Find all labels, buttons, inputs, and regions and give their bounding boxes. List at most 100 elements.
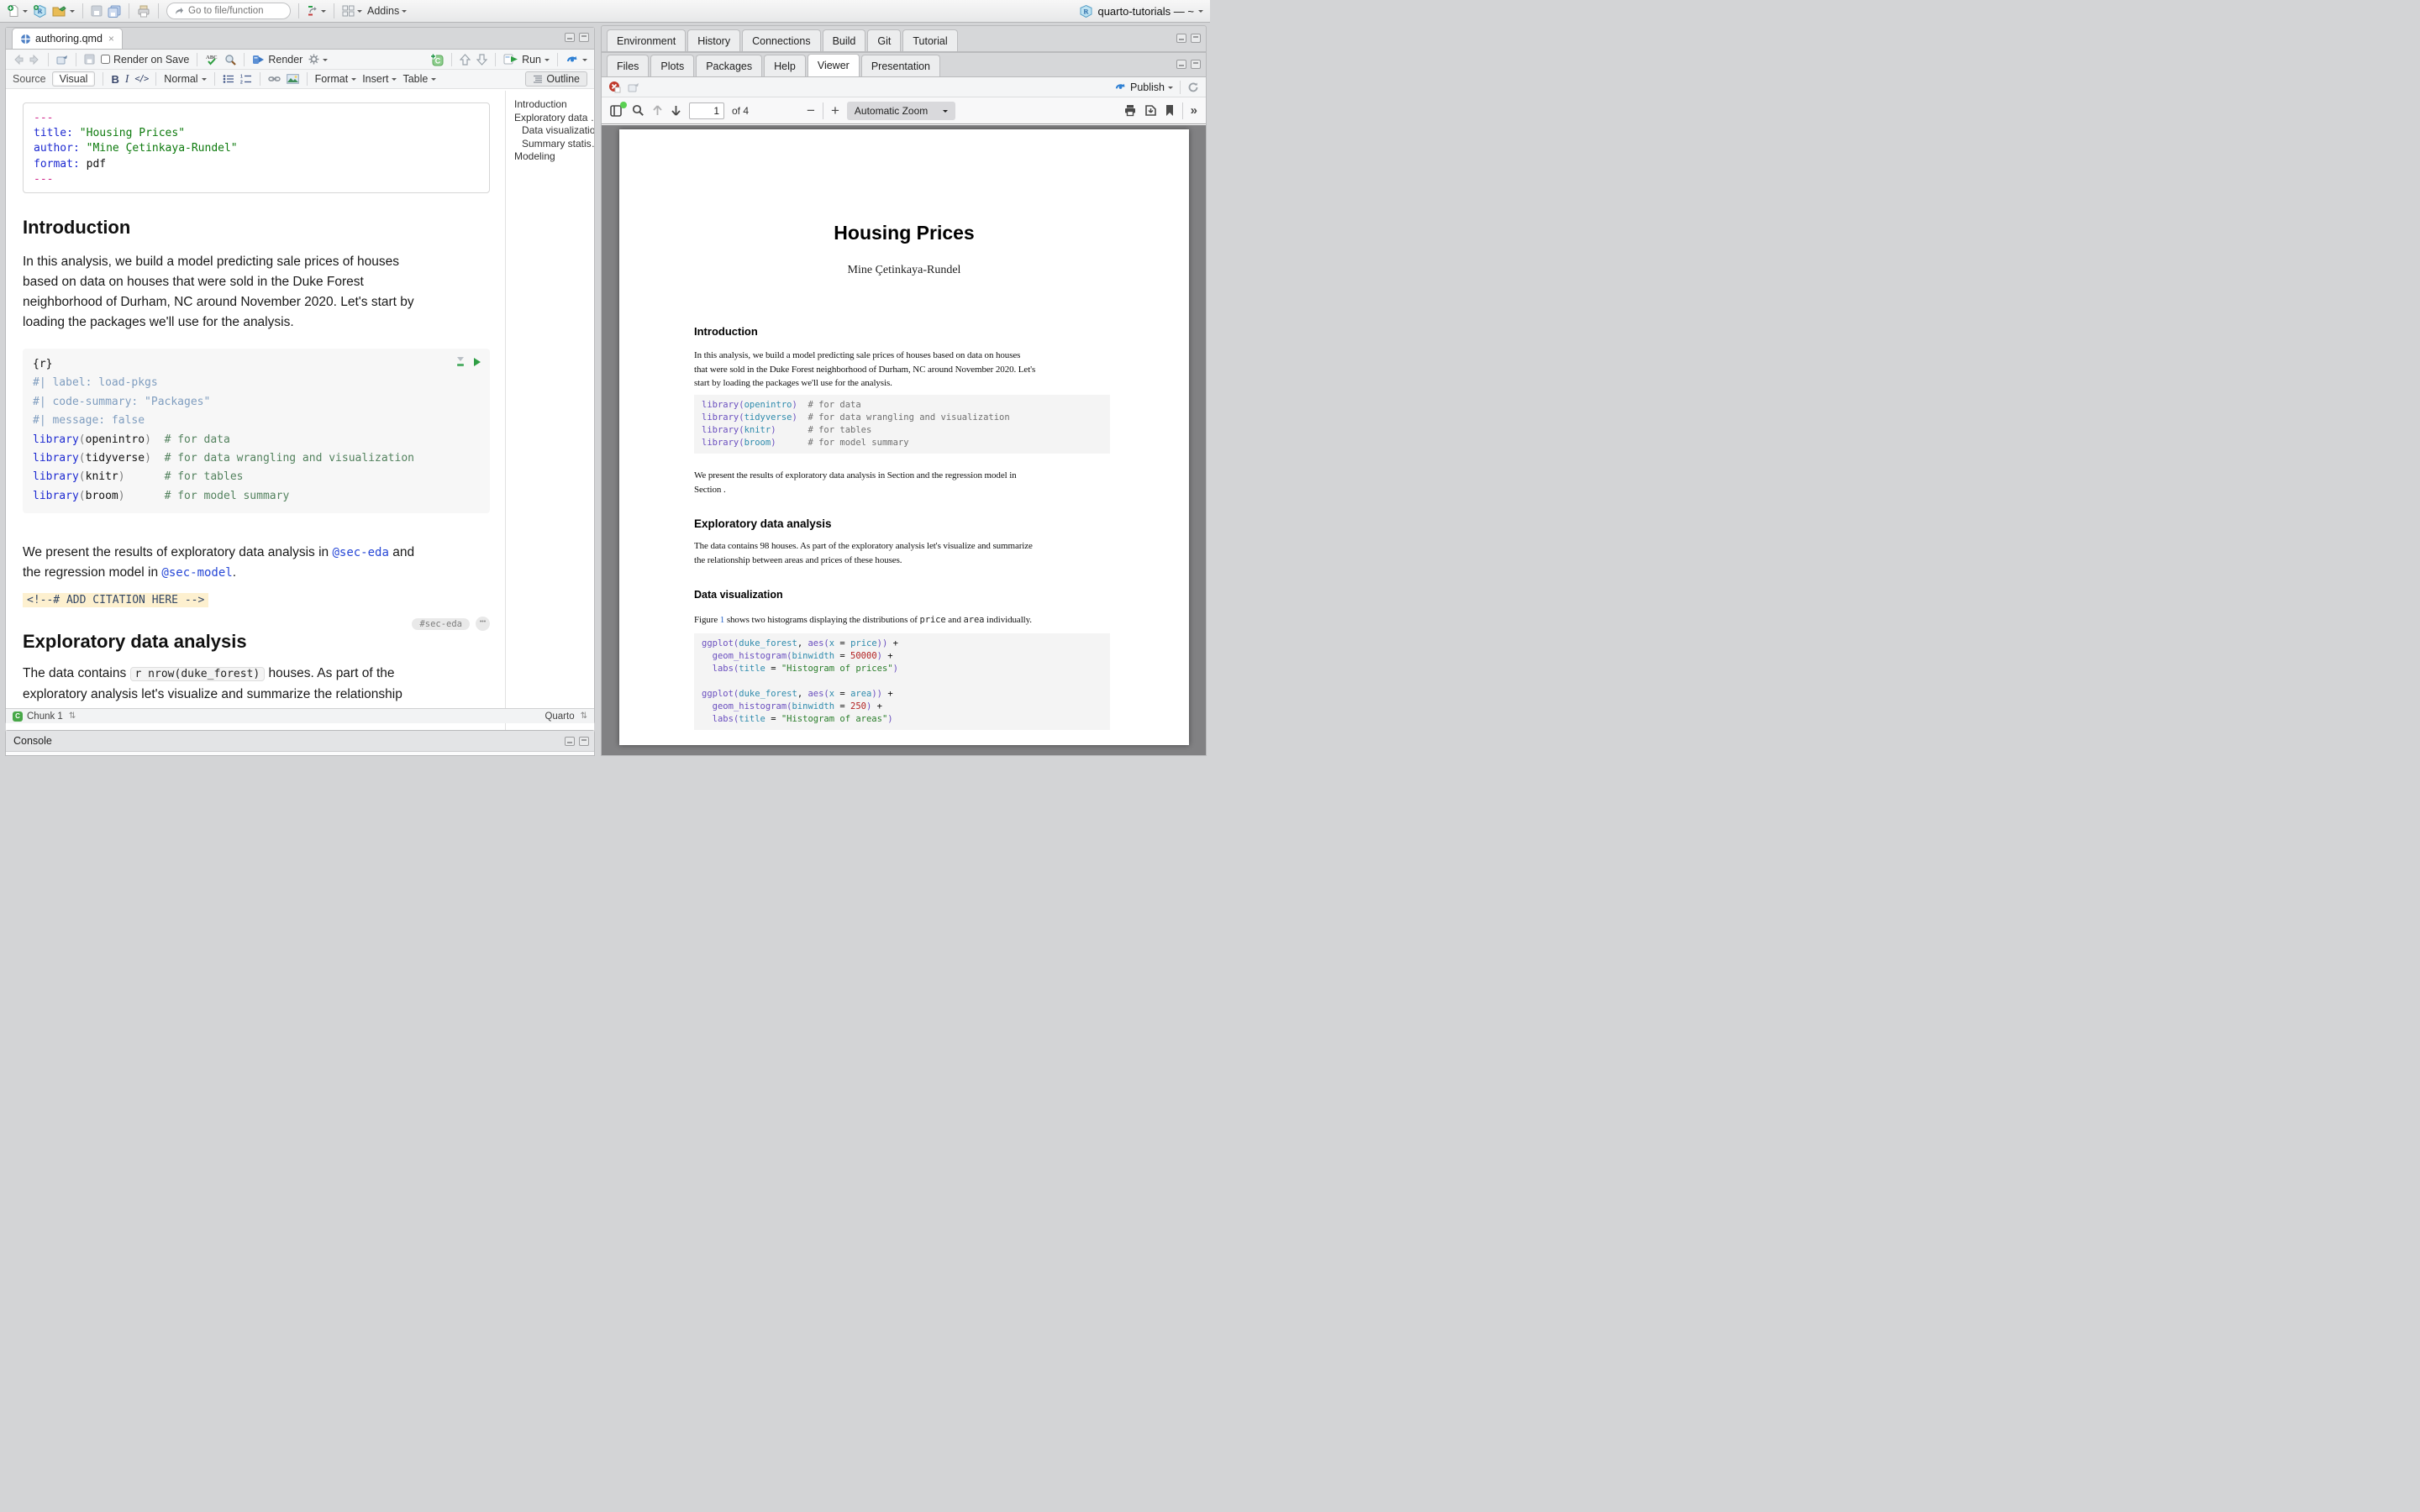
popout-icon[interactable] — [56, 55, 68, 65]
maximize-console-icon[interactable] — [579, 737, 589, 746]
tab-tutorial[interactable]: Tutorial — [902, 29, 957, 51]
numbered-list-icon[interactable]: 12 — [240, 74, 252, 84]
paragraph-style-select[interactable]: Normal — [164, 73, 206, 85]
outline-item-summary-statistics[interactable]: Summary statis… — [514, 138, 594, 151]
code-chunk-load-pkgs[interactable]: {r} #| label: load-pkgs #| code-summary:… — [23, 349, 490, 513]
console-header[interactable]: Console — [6, 731, 594, 752]
italic-button[interactable]: I — [125, 72, 129, 86]
new-project-button[interactable]: R — [33, 4, 47, 18]
pdf-search-icon[interactable] — [632, 104, 644, 117]
pane-layout-button[interactable] — [342, 5, 362, 17]
outline-item-introduction[interactable]: Introduction — [514, 98, 594, 112]
rerun-button[interactable] — [566, 54, 587, 66]
tab-connections[interactable]: Connections — [742, 29, 821, 51]
save-doc-icon[interactable] — [84, 54, 95, 65]
forward-icon[interactable] — [29, 55, 40, 65]
tab-help[interactable]: Help — [764, 55, 806, 76]
render-options-button[interactable] — [308, 54, 328, 65]
find-icon[interactable] — [224, 54, 236, 66]
pdf-download-icon[interactable] — [1144, 104, 1157, 117]
tab-files[interactable]: Files — [607, 55, 649, 76]
back-icon[interactable] — [13, 55, 24, 65]
citation-comment[interactable]: <!--# ADD CITATION HERE --> — [23, 593, 208, 607]
goto-file-input[interactable] — [188, 6, 282, 16]
open-file-button[interactable] — [52, 5, 75, 18]
pdf-bookmark-icon[interactable] — [1165, 104, 1175, 117]
bullet-list-icon[interactable] — [223, 74, 234, 84]
outline-toggle-button[interactable]: Outline — [525, 71, 587, 87]
pdf-page-input[interactable] — [689, 102, 724, 119]
run-chunk-icon[interactable] — [473, 357, 481, 367]
insert-chunk-button[interactable]: C — [429, 53, 444, 66]
tab-history[interactable]: History — [687, 29, 740, 51]
yaml-line: --- — [34, 111, 479, 126]
pdf-sidebar-toggle[interactable] — [610, 104, 624, 118]
minimize-pane-icon[interactable] — [1176, 60, 1186, 69]
tab-viewer[interactable]: Viewer — [808, 54, 860, 76]
pdf-next-page-icon[interactable] — [671, 104, 681, 117]
insert-menu[interactable]: Insert — [362, 73, 397, 85]
tab-presentation[interactable]: Presentation — [861, 55, 940, 76]
viewer-popout-icon[interactable] — [628, 82, 639, 92]
tab-environment[interactable]: Environment — [607, 29, 686, 51]
print-button[interactable] — [137, 5, 150, 18]
link-icon[interactable] — [268, 74, 281, 84]
addins-menu[interactable]: Addins — [367, 5, 407, 17]
image-icon[interactable] — [287, 74, 299, 84]
maximize-pane-icon[interactable] — [579, 33, 589, 42]
doc-mode-selector[interactable]: Quarto ⇅ — [544, 711, 587, 722]
section-options-button[interactable]: ••• — [476, 617, 490, 631]
outline-item-data-visualization[interactable]: Data visualization — [514, 124, 594, 138]
save-all-button[interactable] — [108, 5, 121, 18]
minimize-pane-icon[interactable] — [1176, 34, 1186, 43]
table-menu[interactable]: Table — [402, 73, 436, 85]
tab-plots[interactable]: Plots — [650, 55, 694, 76]
stop-viewer-icon[interactable] — [608, 81, 621, 93]
chunk-nav-selector[interactable]: Chunk 1 ⇅ — [27, 711, 76, 722]
visual-mode-button[interactable]: Visual — [52, 71, 96, 87]
new-file-button[interactable] — [7, 4, 28, 18]
outline-item-eda[interactable]: Exploratory data … — [514, 112, 594, 125]
pdf-prev-page-icon[interactable] — [652, 104, 663, 117]
zoom-in-button[interactable]: + — [831, 102, 839, 119]
zoom-level-value: Automatic Zoom — [855, 105, 928, 117]
maximize-pane-icon[interactable] — [1191, 60, 1201, 69]
render-button[interactable]: Render — [252, 54, 302, 66]
outline-item-modeling[interactable]: Modeling — [514, 150, 594, 164]
zoom-level-select[interactable]: Automatic Zoom — [847, 102, 955, 120]
render-on-save-toggle[interactable]: Render on Save — [101, 54, 189, 66]
run-next-icon[interactable] — [476, 54, 487, 66]
spellcheck-icon[interactable]: ABC — [205, 53, 218, 66]
editor-canvas[interactable]: --- title: "Housing Prices" author: "Min… — [6, 91, 594, 737]
render-on-save-checkbox[interactable] — [101, 55, 110, 64]
code-button[interactable]: </> — [134, 74, 148, 84]
quarto-file-icon — [20, 34, 31, 45]
minimize-console-icon[interactable] — [565, 737, 575, 746]
pdf-print-icon[interactable] — [1123, 104, 1137, 117]
publish-button[interactable]: Publish — [1114, 81, 1173, 93]
source-mode-button[interactable]: Source — [13, 73, 46, 85]
run-previous-icon[interactable] — [460, 54, 471, 66]
yaml-metadata-block[interactable]: --- title: "Housing Prices" author: "Min… — [23, 102, 490, 193]
run-chunks-above-icon[interactable] — [455, 356, 466, 367]
tab-build[interactable]: Build — [823, 29, 866, 51]
editor-tab-authoring[interactable]: authoring.qmd × — [12, 28, 123, 49]
run-button[interactable]: Run — [503, 54, 550, 66]
heading-introduction: Introduction — [23, 217, 130, 239]
minimize-pane-icon[interactable] — [565, 33, 575, 42]
tab-packages[interactable]: Packages — [696, 55, 762, 76]
format-menu[interactable]: Format — [315, 73, 357, 85]
new-project-icon: R — [33, 4, 47, 18]
version-control-button[interactable] — [307, 4, 326, 18]
save-button[interactable] — [91, 5, 103, 17]
goto-file-search[interactable] — [166, 3, 291, 19]
project-menu[interactable]: R quarto-tutorials — ~ — [1079, 4, 1203, 18]
pdf-scroll-area[interactable]: Housing Prices Mine Çetinkaya-Rundel Int… — [602, 125, 1206, 755]
tab-git[interactable]: Git — [867, 29, 901, 51]
zoom-out-button[interactable]: − — [807, 102, 815, 119]
refresh-viewer-icon[interactable] — [1187, 81, 1199, 93]
pdf-more-tools-button[interactable]: » — [1191, 103, 1197, 118]
close-tab-icon[interactable]: × — [108, 33, 114, 45]
maximize-pane-icon[interactable] — [1191, 34, 1201, 43]
bold-button[interactable]: B — [111, 73, 118, 86]
